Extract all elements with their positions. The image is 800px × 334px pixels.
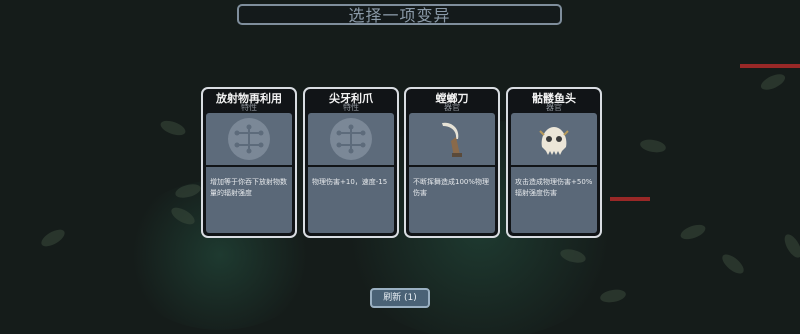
card-description: 物理伤害+10，速度-15: [308, 167, 394, 233]
game-background: [0, 0, 800, 334]
card-description: 不断挥舞造成100%物理伤害: [409, 167, 495, 233]
trait-node-icon: [228, 118, 270, 160]
mutation-card-radiation-recycle[interactable]: 放射物再利用 特性 增加等于你吞下放射物数量的辐射强度: [201, 87, 297, 238]
card-image-panel: [409, 113, 495, 165]
card-description: 攻击造成物理伤害+50%辐射强度伤害: [511, 167, 597, 233]
mutation-card-mantis-blade[interactable]: 螳螂刀 器官 不断挥舞造成100%物理伤害: [404, 87, 500, 238]
trait-node-icon: [330, 118, 372, 160]
screen-title: 选择一项变异: [348, 6, 451, 25]
card-image-panel: [206, 113, 292, 165]
card-type: 特性: [241, 103, 257, 112]
fish-skull-icon: [539, 127, 569, 155]
card-type: 器官: [444, 103, 460, 112]
card-type: 特性: [343, 103, 359, 112]
mutation-title-banner: 选择一项变异: [237, 4, 562, 25]
card-image-panel: [511, 113, 597, 165]
mantis-blade-icon: [442, 122, 462, 157]
card-description: 增加等于你吞下放射物数量的辐射强度: [206, 167, 292, 233]
card-type: 器官: [546, 103, 562, 112]
mutation-card-fish-skull[interactable]: 骷髅鱼头 器官 攻击造成物理伤害+50%辐射强度伤害: [506, 87, 602, 238]
refresh-button[interactable]: 刷新 (1): [370, 288, 430, 308]
card-image-panel: [308, 113, 394, 165]
mutation-card-fangs-claws[interactable]: 尖牙利爪 特性 物理伤害+10，速度-15: [303, 87, 399, 238]
